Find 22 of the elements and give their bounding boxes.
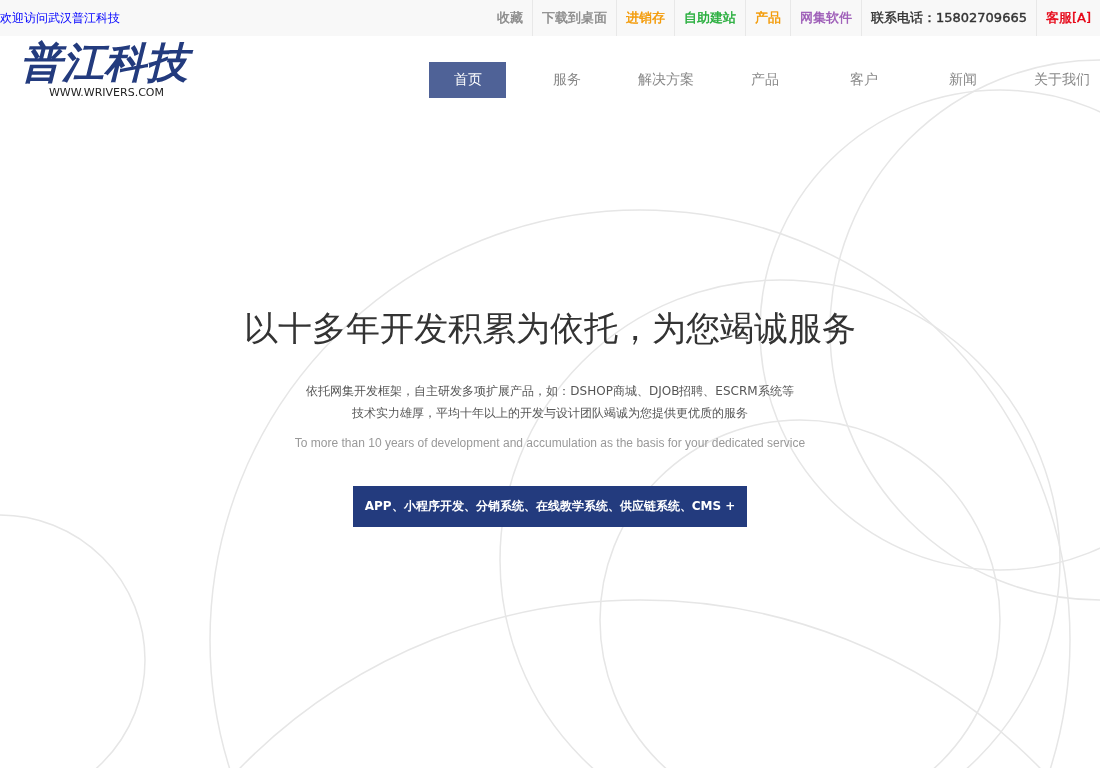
top-link[interactable]: 产品 — [744, 0, 790, 36]
services-button[interactable]: APP、小程序开发、分销系统、在线教学系统、供应链系统、CMS + — [352, 486, 748, 527]
english-tagline: To more than 10 years of development and accumulation as the basis for your dedicated service — [294, 436, 806, 450]
welcome-text: 欢迎访问武汉普江科技 — [0, 9, 120, 27]
hero-title: 以十多年开发积累为依托，为您竭诚服务 — [244, 307, 856, 350]
nav-item[interactable]: 首页 — [429, 62, 506, 98]
top-link[interactable]: 客服[A] — [1035, 0, 1100, 36]
nav-item[interactable]: 产品 — [726, 62, 803, 98]
hero-description: 依托网集开发框架，自主研发多项扩展产品，如：DSHOP商城、DJOB招聘、ESCRM系统等 — [306, 383, 794, 400]
nav-item[interactable]: 服务 — [528, 62, 605, 98]
nav-item[interactable]: 新闻 — [924, 62, 1001, 98]
top-link[interactable]: 网集软件 — [789, 0, 861, 36]
nav-item[interactable]: 客户 — [825, 62, 902, 98]
top-link[interactable]: 进销存 — [615, 0, 674, 36]
nav-item[interactable]: 解决方案 — [627, 62, 704, 98]
top-link[interactable]: 联系电话：15802709665 — [860, 0, 1036, 36]
hero-description: 技术实力雄厚，平均十年以上的开发与设计团队竭诚为您提供更优质的服务 — [352, 405, 748, 422]
top-link[interactable]: 下载到桌面 — [531, 0, 616, 36]
nav-item[interactable]: 关于我们 — [1023, 62, 1100, 98]
top-link[interactable]: 收藏 — [487, 0, 532, 36]
logo-domain: WWW.WRIVERS.COM — [48, 86, 165, 99]
top-link[interactable]: 自助建站 — [673, 0, 745, 36]
